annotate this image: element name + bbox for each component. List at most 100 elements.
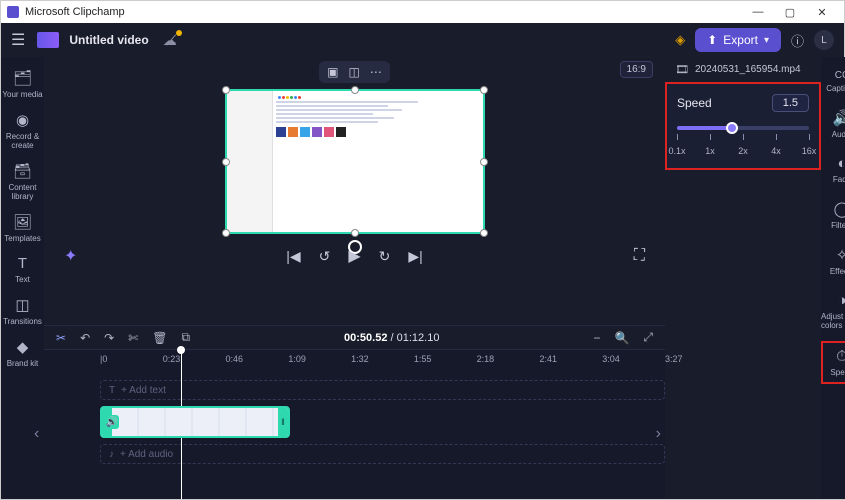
slider-fill [677, 126, 732, 130]
speed-slider[interactable] [677, 126, 809, 130]
ruler-tick: 3:04 [602, 354, 620, 364]
slider-tick-label: 0.1x [668, 146, 685, 156]
rail-icon: 🖼 [13, 213, 32, 231]
rail-item-templates[interactable]: 🖼 Templates [1, 209, 44, 247]
duplicate-button[interactable]: ⧉ [181, 330, 190, 345]
prop-label: Effects [830, 267, 845, 276]
fullscreen-button[interactable]: ⛶ [634, 247, 645, 265]
cloud-sync-icon[interactable]: ☁̸ [163, 32, 177, 49]
rail-item-text[interactable]: TText [1, 251, 44, 288]
export-label: Export [723, 33, 758, 47]
slider-tick-label: 1x [705, 146, 715, 156]
transport-controls: ✦ |◀ ↺ ▶ ↻ ▶| ⛶ [44, 246, 665, 266]
resize-tool-icon[interactable]: ◫ [349, 65, 360, 79]
play-button[interactable]: ▶ [348, 246, 360, 266]
prop-item-speed[interactable]: ⏱Speed [821, 341, 845, 384]
resize-handle[interactable] [222, 86, 230, 94]
prop-item-effects[interactable]: ✧Effects [821, 241, 845, 281]
rail-icon: 🗂 [13, 69, 32, 87]
prop-icon: ◑ [837, 292, 845, 309]
rail-label: Templates [4, 234, 40, 243]
export-button[interactable]: ⬆ Export ▾ [695, 28, 781, 52]
ruler-tick: |0 [100, 354, 107, 364]
redo-button[interactable]: ↷ [104, 331, 114, 345]
prop-item-fade[interactable]: ◐Fade [821, 150, 845, 189]
menu-button[interactable]: ☰ [11, 30, 25, 50]
prop-item-filters[interactable]: ◯Filters [821, 195, 845, 235]
resize-handle[interactable] [480, 86, 488, 94]
rail-icon: ◫ [15, 296, 29, 314]
audio-track[interactable]: ♪ + Add audio [100, 444, 665, 464]
prop-item-adjust-colors[interactable]: ◑ Adjust colors [821, 287, 845, 335]
skip-start-button[interactable]: |◀ [286, 248, 300, 265]
undo-button[interactable]: ↶ [80, 331, 90, 345]
clip-trim-right[interactable]: ‖ [278, 408, 288, 436]
delete-button[interactable]: 🗑 [152, 331, 167, 345]
help-button[interactable]: ⓘ [791, 31, 804, 50]
crop-icon[interactable]: ▣ [327, 65, 338, 79]
more-icon[interactable]: ⋯ [370, 65, 382, 79]
video-clip[interactable]: ‖ 🔊 ‖ [100, 406, 290, 438]
text-track-placeholder: + Add text [121, 385, 166, 396]
app-title: Microsoft Clipchamp [25, 6, 125, 18]
fit-timeline-button[interactable]: ⤢ [643, 330, 653, 345]
slider-tick [710, 134, 711, 140]
chevron-down-icon: ▾ [764, 35, 769, 46]
skip-end-button[interactable]: ▶| [408, 248, 422, 265]
prop-icon: CC [835, 70, 845, 81]
resize-handle[interactable] [480, 158, 488, 166]
resize-handle[interactable] [222, 158, 230, 166]
rail-item-record-create[interactable]: ◉Record & create [1, 107, 44, 154]
frame-forward-button[interactable]: ↻ [379, 248, 391, 265]
collapse-left-icon[interactable]: ‹ [34, 425, 39, 443]
maximize-button[interactable]: ▢ [774, 6, 806, 19]
prop-item-audio[interactable]: 🔊 Audio [821, 104, 845, 144]
timecode: 00:50.52 / 01:12.10 [344, 332, 439, 344]
video-track[interactable]: ‖ 🔊 ‖ [100, 406, 665, 438]
zoom-out-button[interactable]: − [593, 331, 600, 345]
rail-item-content-library[interactable]: 🗃 Content library [1, 158, 44, 205]
rail-item-your-media[interactable]: 🗂Your media [1, 65, 44, 103]
prop-item-captions[interactable]: CC Captions [821, 65, 845, 98]
prop-label: Adjust colors [821, 312, 845, 330]
rail-item-brand-kit[interactable]: ◆Brand kit [1, 334, 44, 372]
text-track[interactable]: T + Add text [100, 380, 665, 400]
prop-label: Captions [826, 84, 845, 93]
slider-tick-label: 2x [738, 146, 748, 156]
aspect-ratio-button[interactable]: 16:9 [620, 61, 653, 78]
app-icon [7, 6, 19, 18]
scissors-button[interactable]: ✄ [128, 331, 138, 345]
prop-label: Audio [832, 130, 845, 139]
rail-icon: 🗃 [13, 162, 32, 180]
slider-thumb[interactable] [726, 122, 738, 134]
project-title[interactable]: Untitled video [69, 33, 148, 47]
text-track-icon: T [109, 385, 115, 396]
rail-item-transitions[interactable]: ◫ Transitions [1, 292, 44, 330]
prop-icon: 🔊 [833, 109, 845, 127]
split-button[interactable]: ✂ [56, 331, 66, 345]
autocaptions-button[interactable]: ✦ [64, 246, 77, 266]
speed-value-input[interactable]: 1.5 [772, 94, 809, 112]
window-titlebar: Microsoft Clipchamp — ▢ ✕ [1, 1, 844, 23]
timeline-ruler[interactable]: |00:230:461:091:321:552:182:413:043:27 [100, 352, 665, 370]
prop-label: Filters [831, 221, 845, 230]
zoom-in-button[interactable]: 🔍 [614, 331, 629, 345]
rail-label: Record & create [1, 132, 44, 150]
premium-button[interactable]: ◈ [675, 32, 685, 48]
timeline-toolbar: ✂ ↶ ↷ ✄ 🗑 ⧉ 00:50.52 / 01:12.10 − 🔍 [44, 325, 665, 349]
frame-back-button[interactable]: ↺ [319, 248, 331, 265]
ruler-tick: 2:41 [539, 354, 557, 364]
rail-label: Content library [1, 183, 44, 201]
timeline[interactable]: ‹ › |00:230:461:091:321:552:182:413:043:… [44, 349, 665, 499]
rail-label: Transitions [3, 317, 42, 326]
video-preview[interactable] [225, 89, 485, 234]
ruler-tick: 1:55 [414, 354, 432, 364]
right-property-rail: CC Captions 🔊 Audio ◐Fade ◯Filters ✧Effects ◑ Ad… [821, 57, 845, 499]
slider-tick [776, 134, 777, 140]
current-time: 00:50.52 [344, 332, 387, 344]
clip-audio-icon[interactable]: 🔊 [105, 415, 119, 429]
resize-handle[interactable] [351, 86, 359, 94]
minimize-button[interactable]: — [742, 6, 774, 18]
account-avatar[interactable]: L [814, 30, 834, 50]
close-button[interactable]: ✕ [806, 6, 838, 19]
